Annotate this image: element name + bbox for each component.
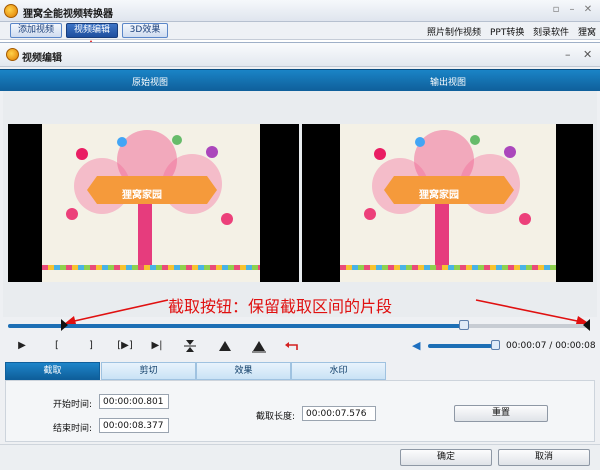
volume-thumb[interactable]	[491, 340, 500, 350]
dialog-minimize-icon[interactable]: –	[565, 48, 571, 61]
undo-icon[interactable]	[283, 338, 301, 354]
volume-slider[interactable]	[428, 344, 492, 348]
original-banner-text: 狸窝家园	[122, 190, 162, 201]
view-header: 原始视图 输出视图	[0, 69, 600, 91]
output-view-label: 输出视图	[429, 78, 466, 88]
original-preview-image: 狸窝家园	[42, 124, 260, 282]
end-time-label: 结束时间:	[53, 424, 93, 434]
rotate-right-icon[interactable]	[250, 338, 268, 354]
start-time-input[interactable]	[99, 394, 169, 409]
tab-watermark[interactable]: 水印	[291, 362, 386, 380]
mark-out-button[interactable]: ]	[82, 338, 100, 354]
trim-start-marker[interactable]	[61, 319, 69, 331]
timeline-slider[interactable]	[8, 319, 590, 331]
annotation-text: 截取按钮：保留截取区间的片段	[168, 297, 393, 316]
play-button[interactable]: ▶	[13, 338, 31, 354]
link-photo-video[interactable]: 照片制作视频	[427, 25, 481, 38]
tree-illustration-output	[364, 130, 531, 266]
app-minimize-icon[interactable]: –	[564, 3, 580, 17]
timeline-fill	[8, 324, 465, 328]
trim-panel: 开始时间: 结束时间: 截取长度: 重置	[5, 380, 595, 442]
output-banner-text: 狸窝家园	[419, 190, 459, 201]
tab-trim[interactable]: 截取	[5, 362, 100, 380]
goto-end-button[interactable]: ▶|	[148, 338, 166, 354]
tab-3d-effect[interactable]: 3D效果	[122, 23, 168, 38]
output-candy-strip	[340, 265, 556, 270]
time-readout: 00:00:07 / 00:00:08	[506, 341, 596, 351]
edit-tabs: 截取 剪切 效果 水印	[5, 362, 595, 380]
volume-icon[interactable]: ◀	[412, 339, 426, 353]
original-preview[interactable]: 狸窝家园	[8, 124, 299, 282]
trim-end-marker[interactable]	[583, 319, 590, 331]
app-titlebar: 狸窝全能视频转换器 ▫ – ✕	[0, 0, 600, 22]
dialog-title: 视频编辑	[22, 53, 62, 64]
start-time-label: 开始时间:	[53, 400, 93, 410]
app-logo-icon	[4, 4, 18, 18]
goto-in-button[interactable]: [▶]	[114, 338, 136, 354]
dialog-footer: 确定 取消	[0, 444, 600, 470]
playback-controls: ▶ [ ] [▶] ▶| ◀ 00:00:07 / 00:00:08	[0, 336, 600, 356]
tab-add-video[interactable]: 添加视频	[10, 23, 62, 38]
original-candy-strip	[42, 265, 260, 270]
reset-button[interactable]: 重置	[454, 405, 548, 422]
current-time: 00:00:07	[506, 341, 547, 351]
app-title: 狸窝全能视频转换器	[23, 9, 113, 20]
link-burn-software[interactable]: 刻录软件	[533, 25, 569, 38]
tree-illustration	[66, 130, 233, 266]
end-time-input[interactable]	[99, 418, 169, 433]
cancel-button[interactable]: 取消	[498, 449, 590, 466]
rotate-left-icon[interactable]	[216, 338, 234, 354]
output-preview-image: 狸窝家园	[340, 124, 556, 282]
mark-in-button[interactable]: [	[48, 338, 66, 354]
total-time: 00:00:08	[555, 341, 596, 351]
app-restore-icon[interactable]: ▫	[548, 3, 564, 17]
output-preview[interactable]: 狸窝家园	[302, 124, 593, 282]
tab-effects[interactable]: 效果	[196, 362, 291, 380]
flip-vertical-icon[interactable]	[181, 338, 199, 354]
dialog-titlebar: 视频编辑 – ✕	[0, 43, 600, 67]
trim-length-input[interactable]	[302, 406, 376, 421]
timeline-playhead[interactable]	[459, 320, 470, 330]
app-close-icon[interactable]: ✕	[580, 3, 596, 17]
app-menubar: 添加视频 视频编辑 3D效果 照片制作视频 PPT转换 刻录软件 狸窝	[0, 22, 600, 40]
link-liwo[interactable]: 狸窝	[578, 25, 596, 38]
trim-length-label: 截取长度:	[256, 412, 296, 422]
ok-button[interactable]: 确定	[400, 449, 492, 466]
tab-video-edit[interactable]: 视频编辑	[66, 23, 118, 38]
tab-crop[interactable]: 剪切	[101, 362, 196, 380]
dialog-logo-icon	[6, 48, 19, 61]
original-view-label: 原始视图	[131, 78, 168, 88]
dialog-close-icon[interactable]: ✕	[583, 48, 592, 61]
link-ppt-convert[interactable]: PPT转换	[490, 25, 524, 38]
